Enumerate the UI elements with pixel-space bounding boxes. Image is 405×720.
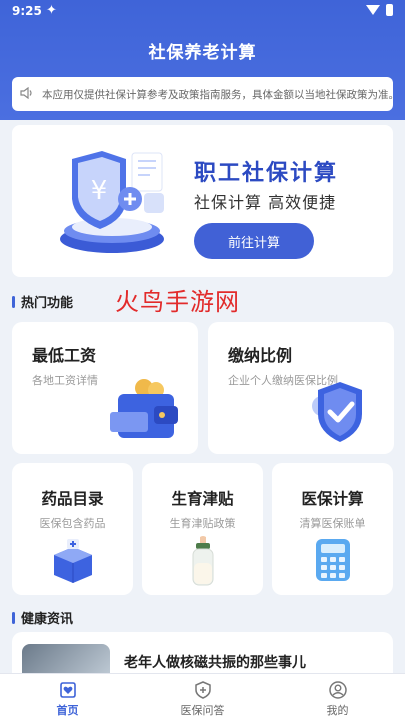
feature-title: 最低工资 [32, 346, 97, 365]
svg-text:¥: ¥ [91, 176, 108, 206]
go-calculate-button[interactable]: 前往计算 [194, 223, 314, 259]
tab-profile[interactable]: 我的 [270, 674, 405, 720]
feature-card-min-wage[interactable]: 最低工资 各地工资详情 [12, 322, 198, 454]
feature-card-contribution-ratio[interactable]: 缴纳比例 企业个人缴纳医保比例 [208, 322, 394, 454]
watermark-text: 火鸟手游网 [115, 288, 240, 316]
speaker-icon [12, 86, 42, 102]
news-thumbnail [22, 644, 110, 673]
feature-subtitle: 生育津贴政策 [169, 517, 236, 530]
social-security-shield-icon: ¥ [60, 151, 164, 253]
news-item[interactable]: 老年人做核磁共振的那些事儿 [12, 632, 393, 673]
tab-insurance-qa[interactable]: 医保问答 [135, 674, 270, 720]
hero-card: ¥ 职工社保计算 社保计算 高效便捷 前往计算 [12, 125, 393, 277]
section-marker [12, 295, 15, 308]
status-bar: 9:25 ✦ [0, 0, 405, 24]
feature-card-medical-insurance-calc[interactable]: 医保计算 清算医保账单 [272, 463, 393, 595]
wallet-icon [110, 379, 178, 438]
bottom-tab-bar: 首页 医保问答 我的 [0, 673, 405, 720]
tab-label: 我的 [326, 704, 349, 717]
tab-label: 首页 [56, 704, 79, 717]
feature-subtitle: 清算医保账单 [299, 517, 366, 530]
health-section-label: 健康资讯 [21, 612, 74, 627]
section-marker [12, 611, 15, 624]
tab-home[interactable]: 首页 [0, 674, 135, 720]
feature-title: 医保计算 [301, 490, 364, 508]
notice-text: 本应用仅提供社保计算参考及政策指南服务，具体金额以当地社保政策为准。 [42, 88, 393, 101]
tab-label: 医保问答 [180, 704, 225, 717]
feature-card-maternity-allowance[interactable]: 生育津贴 生育津贴政策 [142, 463, 263, 595]
medicine-box-icon [54, 539, 92, 583]
feature-title: 生育津贴 [171, 490, 234, 508]
main-content[interactable]: ¥ 职工社保计算 社保计算 高效便捷 前往计算 热门功能 火鸟手游网 最低工资 … [0, 120, 405, 673]
shield-plus-icon [194, 681, 211, 699]
hot-section-label: 热门功能 [21, 296, 74, 311]
baby-bottle-icon [192, 536, 214, 586]
shield-check-icon [312, 382, 362, 442]
feature-card-drug-catalog[interactable]: 药品目录 医保包含药品 [12, 463, 133, 595]
wifi-icon [366, 5, 380, 15]
settings-status-icon: ✦ [46, 3, 57, 18]
calculator-icon [316, 539, 350, 581]
feature-title: 缴纳比例 [228, 346, 293, 365]
health-section-title: 健康资讯 [12, 608, 73, 627]
status-time: 9:25 [12, 4, 42, 18]
news-title: 老年人做核磁共振的那些事儿 [124, 655, 306, 671]
app-header: 9:25 ✦ 社保养老计算 本应用仅提供社保计算参考及政策指南服务，具体金额以当… [0, 0, 405, 120]
page-title: 社保养老计算 [148, 43, 257, 63]
hero-subtitle: 社保计算 高效便捷 [194, 193, 337, 212]
status-icons [366, 4, 393, 16]
feature-title: 药品目录 [41, 490, 104, 508]
user-icon [328, 681, 347, 699]
notice-bar[interactable]: 本应用仅提供社保计算参考及政策指南服务，具体金额以当地社保政策为准。 [12, 77, 393, 111]
feature-subtitle: 各地工资详情 [32, 374, 98, 387]
battery-icon [386, 4, 393, 16]
feature-subtitle: 医保包含药品 [39, 517, 106, 530]
hot-section-title: 热门功能 [12, 292, 73, 311]
home-heart-icon [59, 682, 76, 698]
hero-title: 职工社保计算 [194, 161, 339, 186]
